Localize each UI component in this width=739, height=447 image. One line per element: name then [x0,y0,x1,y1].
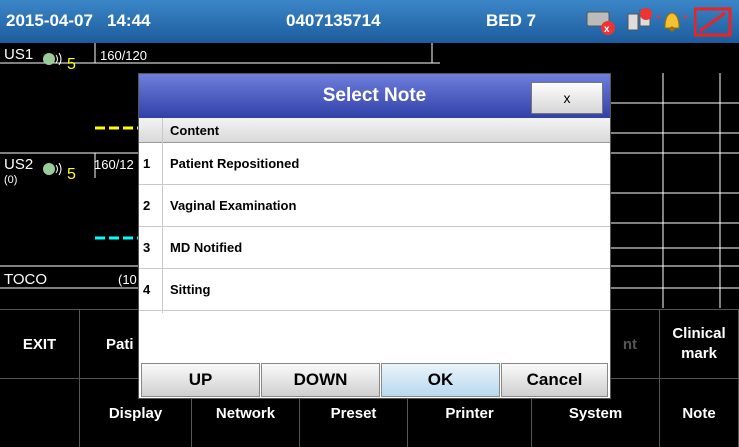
row-number: 4 [143,282,151,297]
list-item[interactable]: 1 Patient Repositioned [139,143,610,185]
clinical-mark-button[interactable]: Clinical mark [660,309,739,378]
date-label: 2015-04-07 [6,11,93,30]
note-button[interactable]: Note [660,378,739,447]
patient-id-label: 0407135714 [286,11,381,30]
row-number: 2 [143,198,151,213]
svg-text:x: x [604,24,610,35]
close-button[interactable]: x [531,82,603,114]
cancel-button[interactable]: Cancel [501,363,608,397]
us1-label: US1 [4,46,34,63]
time-label: 14:44 [107,11,151,30]
us2-value: 5 [67,166,76,183]
table-header: Content [139,118,610,143]
us2-scale: 160/12 [94,157,134,172]
list-item[interactable]: 3 MD Notified [139,227,610,269]
speaker-icon-us2[interactable] [42,159,64,177]
down-button[interactable]: DOWN [261,363,380,397]
list-item[interactable]: 2 Vaginal Examination [139,185,610,227]
connection-error-icon [627,8,652,31]
content-column-header: Content [170,123,220,138]
row-text: MD Notified [170,240,243,255]
select-note-dialog: Select Note x Content 1 Patient Repositi… [139,74,610,398]
status-bar: 2015-04-07 14:44 0407135714 BED 7 x [0,0,739,43]
us2-label: US2 [4,156,34,173]
row-text: Sitting [170,282,211,297]
row-number: 1 [143,156,151,171]
ok-button[interactable]: OK [381,363,500,397]
alarm-bell-icon [657,12,687,32]
list-item[interactable]: 4 Sitting [139,269,610,311]
us1-value: 5 [67,56,76,73]
network-error-icon: x [586,11,615,35]
row-text: Patient Repositioned [170,156,300,171]
bed-label: BED 7 [486,11,537,30]
toco-value: (10 [118,272,137,287]
blank-button [0,378,80,447]
up-button[interactable]: UP [141,363,260,397]
battery-icon [694,7,732,37]
us1-scale: 160/120 [100,48,147,63]
row-number: 3 [143,240,151,255]
exit-button[interactable]: EXIT [0,309,80,378]
column-divider [162,118,163,313]
toco-label: TOCO [4,271,48,288]
row-text: Vaginal Examination [170,198,297,213]
us2-sub: (0) [4,174,18,186]
speaker-icon-us1[interactable] [42,49,64,67]
